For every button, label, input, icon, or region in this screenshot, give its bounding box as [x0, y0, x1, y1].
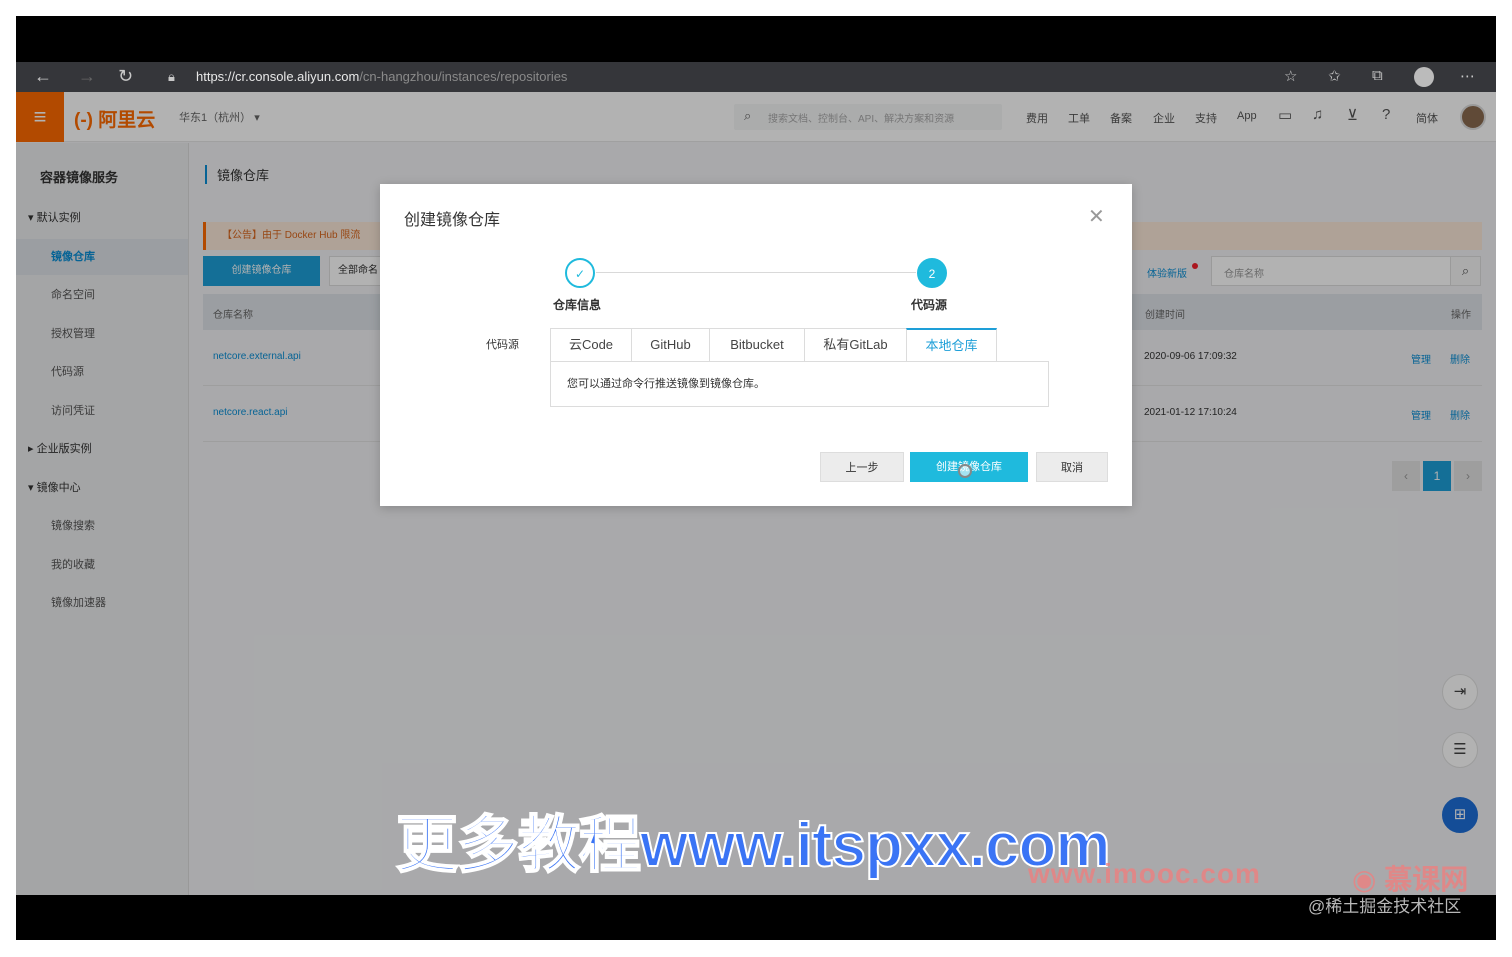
watermark-tutorial: 更多教程www.itspxx.com	[395, 810, 1111, 881]
more-menu-icon[interactable]: ⋯	[1460, 67, 1475, 85]
tab-private-gitlab[interactable]: 私有GitLab	[804, 328, 907, 361]
step-number: 2	[917, 258, 947, 288]
cancel-button[interactable]: 取消	[1036, 452, 1108, 482]
dialog-title: 创建镜像仓库	[404, 212, 501, 229]
mouse-cursor-icon	[958, 464, 972, 478]
tab-local-repository[interactable]: 本地仓库	[906, 328, 997, 361]
watermark-imooc: www.imooc.com	[1028, 858, 1261, 889]
tab-bitbucket[interactable]: Bitbucket	[709, 328, 805, 361]
previous-step-button[interactable]: 上一步	[820, 452, 904, 482]
site-settings-icon[interactable]: ☆	[1284, 67, 1297, 85]
close-icon[interactable]: ✕	[1088, 204, 1105, 229]
steps-connector	[596, 272, 916, 273]
step-label-repo-info: 仓库信息	[553, 298, 602, 312]
code-source-label: 代码源	[486, 339, 519, 351]
step-label-code-source: 代码源	[911, 298, 948, 312]
tab-github[interactable]: GitHub	[631, 328, 710, 361]
url-path: /cn-hangzhou/instances/repositories	[359, 69, 568, 84]
tab-yuncode[interactable]: 云Code	[550, 328, 632, 361]
collections-icon[interactable]: ⧉	[1372, 67, 1383, 84]
create-repository-dialog: 创建镜像仓库 ✕ ✓ 仓库信息 2 代码源 代码源 云Code GitHub B…	[380, 184, 1132, 506]
check-icon: ✓	[565, 258, 595, 288]
back-icon[interactable]: ←	[34, 66, 52, 87]
address-bar[interactable]: https://cr.console.aliyun.com/cn-hangzho…	[196, 69, 567, 84]
url-host: https://cr.console.aliyun.com	[196, 69, 360, 84]
console-app: ≡ (-) 阿里云 华东1（杭州） ▾ ⌕ 搜索文档、控制台、API、解决方案和…	[16, 92, 1496, 895]
lock-icon: 🔒︎	[168, 69, 175, 84]
favorites-icon[interactable]: ✩	[1328, 67, 1341, 85]
profile-icon[interactable]	[1414, 67, 1434, 87]
watermark-imooc-logo-text: 慕课网	[1384, 864, 1469, 895]
forward-icon[interactable]: →	[78, 66, 96, 87]
browser-toolbar: ← → ↻ 🔒︎ https://cr.console.aliyun.com/c…	[16, 62, 1496, 92]
reload-icon[interactable]: ↻	[118, 66, 133, 87]
screen-frame: ← → ↻ 🔒︎ https://cr.console.aliyun.com/c…	[16, 16, 1496, 940]
tab-panel-description: 您可以通过命令行推送镜像到镜像仓库。	[550, 361, 1049, 407]
footer-credit: @稀土掘金技术社区	[1308, 897, 1462, 916]
